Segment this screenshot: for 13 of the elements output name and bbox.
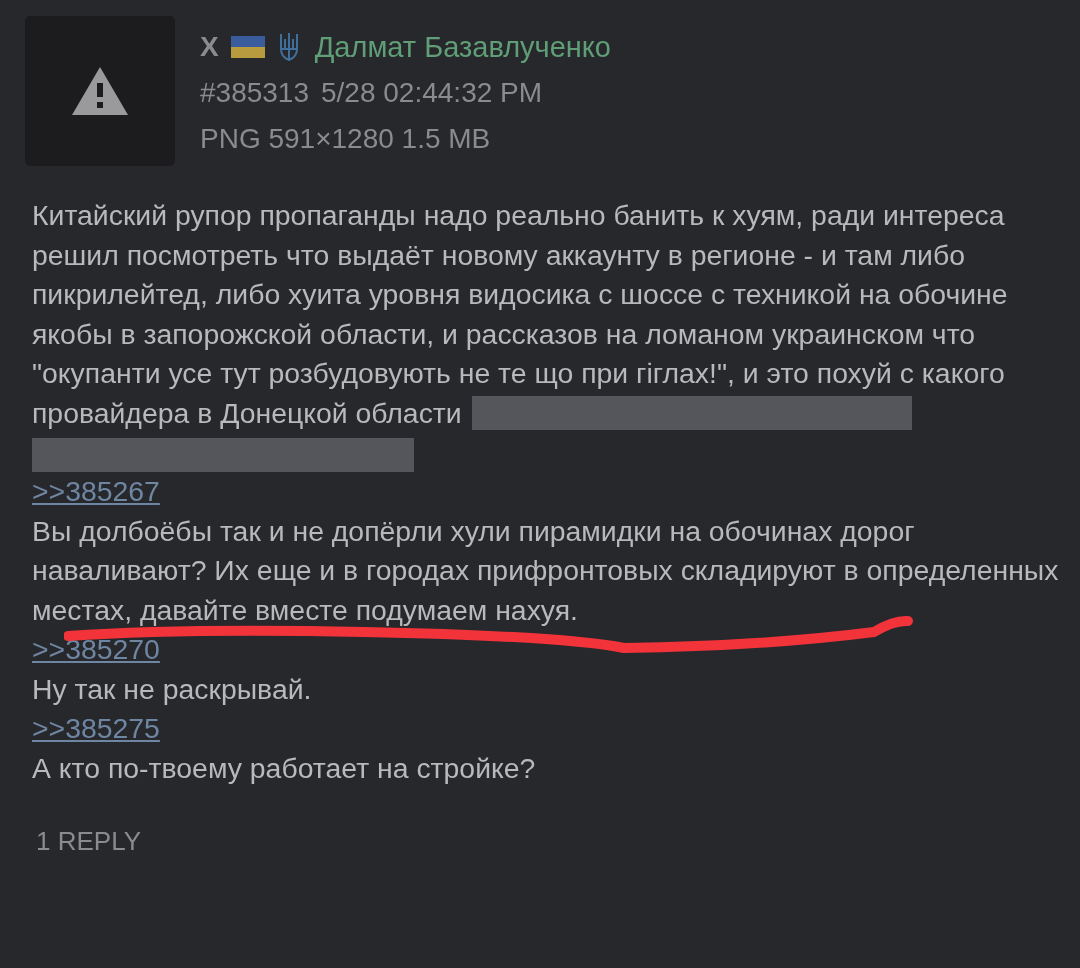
poster-name: Далмат Базавлученко	[314, 30, 611, 64]
post-text: А кто по-твоему работает на стройке?	[32, 751, 536, 784]
file-info: PNG 591×1280 1.5 MB	[200, 122, 492, 156]
post-number[interactable]: #385313	[200, 77, 309, 109]
replies-link[interactable]: 1 REPLY	[0, 788, 141, 857]
post-text: провайдера в Донецкой области	[32, 395, 462, 431]
post-timestamp: 5/28 02:44:32 PM	[321, 77, 543, 109]
quote-link[interactable]: >>385275	[32, 712, 160, 744]
post-text: Вы долбоёбы так и не допёрли хули пирамидки на обочинах дорог наваливают? Их еще и в городах прифронтовых складируют в определенных местах, давайте вместе подумаем нахуя.	[32, 514, 1059, 626]
quote-link[interactable]: >>385267	[32, 475, 160, 507]
post-text: Ну так не раскрывай.	[32, 672, 312, 705]
country-label: X	[200, 31, 219, 63]
quote-link[interactable]: >>385270	[32, 633, 160, 665]
